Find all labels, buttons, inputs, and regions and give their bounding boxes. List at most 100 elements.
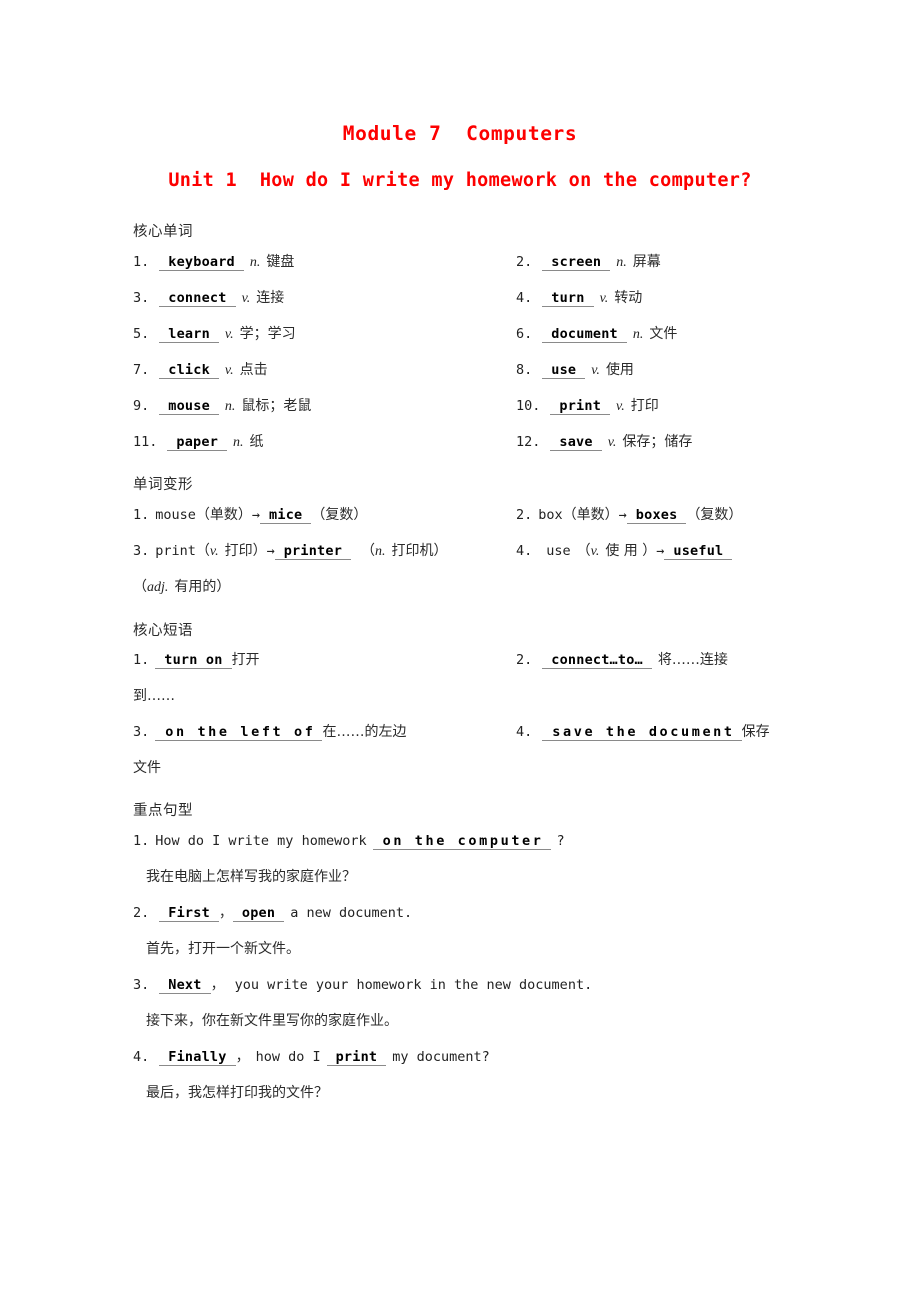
sentence-row: 2. First， open a new document. [133,905,412,923]
answer-blank[interactable]: boxes [626,508,687,525]
result-note: （复数） [311,507,368,523]
core-word-row: 7. click v. 点击 [133,362,268,380]
item-number: 8. [516,362,533,378]
item-number: 2. [133,905,150,921]
item-number: 6. [516,326,533,342]
comma: ， [218,905,233,921]
meaning-text: 屏幕 [632,254,661,270]
phrase-row: 4. save the document 保存 [516,725,770,742]
part-of-speech: v. [607,435,617,450]
part-of-speech: v. [224,327,234,342]
part-of-speech: n. [233,435,244,450]
translation-text: 我在电脑上怎样写我的家庭作业？ [146,869,356,885]
paren-open: （ [576,543,591,559]
meaning-text: 使用 [605,362,634,378]
section-heading-core-words: 核心单词 [133,224,193,240]
item-number: 12. [516,434,541,450]
result-note: 打印机） [391,543,448,559]
meaning-text: 连接 [256,290,285,306]
answer-blank[interactable]: printer [274,544,352,561]
translation-text: 最后，我怎样打印我的文件？ [146,1085,328,1101]
core-word-row: 8. use v. 使用 [516,362,634,380]
base-note: （单数） [562,507,619,523]
phrase-row: 3. on the left of 在……的左边 [133,724,406,742]
part-of-speech: v. [590,544,600,559]
sentence-row: 1. How do I write my homework on the compu… [133,833,565,851]
paren-open: （ [133,579,147,595]
part-of-speech: adj. [147,580,169,595]
translation-text: 接下来，你在新文件里写你的家庭作业。 [146,1013,398,1029]
meaning-text: 点击 [239,362,268,378]
part-of-speech: v. [241,291,251,306]
answer-blank[interactable]: keyboard [159,255,244,272]
sentence-before: How do I write my homework [155,833,367,849]
core-word-row: 1. keyboard n. 键盘 [133,255,294,272]
item-number: 11. [133,434,158,450]
part-of-speech: n. [616,255,627,270]
item-number: 9. [133,398,150,414]
answer-blank[interactable]: turn on [155,653,232,670]
meaning-text: 转动 [614,290,643,306]
answer-blank[interactable]: print [550,399,611,416]
meaning-text: 文件 [649,326,678,342]
sentence-after: you write your homework in the new docum… [234,977,593,993]
item-number: 1. [133,507,150,523]
base-note: 使 用 ） [605,543,657,559]
core-word-row: 4. turn v. 转动 [516,290,643,308]
answer-blank[interactable]: use [542,363,586,380]
phrase-row: 2. connect…to… 将……连接 [516,652,728,670]
paren-open: （ [361,543,376,559]
phrase-wrap: 文件 [133,761,161,776]
answer-blank[interactable]: connect…to… [542,653,652,670]
item-number: 3. [133,290,150,306]
comma: ， [210,977,225,993]
item-number: 1. [133,652,150,668]
answer-blank[interactable]: paper [167,435,228,452]
phrase-row: 1. turn on 打开 [133,652,260,670]
answer-blank[interactable]: useful [664,544,733,561]
item-number: 3. [133,724,150,740]
base-note: （单数） [195,507,252,523]
part-of-speech: v. [616,399,625,414]
arrow-icon: → [266,543,275,559]
answer-blank[interactable]: mouse [159,399,219,416]
item-number: 7. [133,362,150,378]
item-number: 4. [516,543,533,559]
sentence-after: my document? [392,1049,490,1065]
meaning-text: 打开 [231,652,260,668]
meaning-text: 将……连接 [657,652,728,668]
answer-blank[interactable]: document [542,327,627,344]
answer-blank[interactable]: learn [159,327,219,344]
base-note: 打印） [224,543,267,559]
core-word-row: 11. paper n. 纸 [133,434,264,452]
arrow-icon: → [618,507,627,523]
answer-blank[interactable]: on the left of [155,725,323,742]
part-of-speech: n. [224,399,236,414]
meaning-text: 纸 [249,434,264,450]
core-word-row: 12. save v. 保存；储存 [516,434,692,452]
answer-blank[interactable]: mice [260,508,312,525]
part-of-speech: v. [591,363,600,378]
section-heading-core-phrases: 核心短语 [133,623,193,639]
answer-blank[interactable]: connect [159,291,236,308]
arrow-icon: → [656,543,665,559]
answer-blank[interactable]: print [326,1050,387,1067]
answer-blank[interactable]: Finally [159,1050,236,1067]
answer-blank[interactable]: First [159,906,219,923]
answer-blank[interactable]: save [550,435,602,452]
answer-blank[interactable]: on the computer [372,834,551,851]
answer-blank[interactable]: Next [159,978,211,995]
result-note: 有用的） [174,579,231,595]
answer-blank[interactable]: turn [542,291,594,308]
core-word-row: 2. screen n. 屏幕 [516,254,661,272]
meaning-text: 鼠标；老鼠 [241,398,312,414]
answer-blank[interactable]: screen [542,255,611,272]
answer-blank[interactable]: save the document [542,725,742,742]
answer-blank[interactable]: click [159,363,219,380]
sentence-row: 3. Next， you write your homework in the ne… [133,977,593,995]
word-form-row: 3. print（v. 打印）→ printer （n. 打印机） [133,543,448,561]
answer-blank[interactable]: open [232,906,285,923]
part-of-speech: n. [632,327,644,342]
sentence-before: how do I [255,1049,321,1065]
sentence-translation: 首先，打开一个新文件。 [146,942,300,957]
